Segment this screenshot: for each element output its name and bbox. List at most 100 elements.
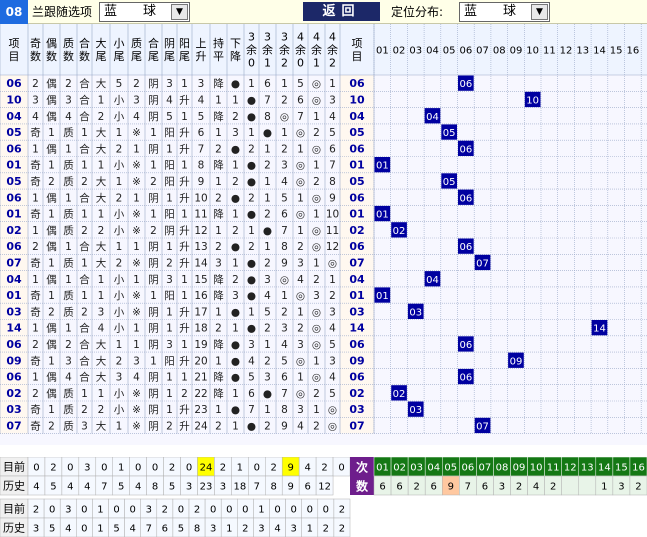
value-cell: 阴 (148, 404, 159, 416)
value-cell: 2 (48, 306, 55, 318)
value-cell: ● (231, 404, 240, 416)
value-cell: ◎ (280, 274, 289, 286)
value-cell: 2 (98, 225, 105, 237)
hit-number: 07 (476, 258, 489, 269)
hit-number: 04 (426, 275, 439, 286)
value-cell: 阴 (148, 78, 159, 90)
value-cell: 2 (215, 241, 222, 253)
chevron-down-icon[interactable]: ▼ (531, 4, 548, 20)
value-cell: 小 (114, 274, 125, 286)
value-cell: 2 (297, 323, 304, 335)
position-distribution-label: 定位分布: (391, 5, 444, 19)
value-cell: 2 (116, 143, 123, 155)
value-cell: 4 (297, 274, 304, 286)
stats-value: 2 (271, 463, 277, 474)
value-cell: 1 (248, 127, 255, 139)
value-cell: 6 (198, 127, 205, 139)
hit-number: 01 (376, 291, 389, 302)
position-distribution-select[interactable]: 蓝 球 ▼ (459, 2, 550, 22)
value-cell: 奇 (30, 208, 41, 221)
value-cell: 2 (116, 355, 123, 367)
value-cell: 1 (133, 143, 140, 155)
item-number: 02 (6, 224, 21, 237)
value-cell: 阳 (164, 355, 175, 367)
value-cell: 1 (81, 388, 88, 400)
chevron-down-icon[interactable]: ▼ (171, 4, 188, 20)
value-cell: 9 (329, 192, 336, 204)
stats-row-label: 目前 (3, 502, 25, 516)
frequency-label: 数 (356, 479, 369, 494)
value-cell: 3 (264, 372, 271, 384)
value-cell: 2 (81, 404, 88, 416)
item-number: 03 (349, 305, 364, 318)
value-cell: 偶 (46, 224, 57, 237)
value-cell: ※ (132, 257, 141, 269)
stats-value: 5 (49, 524, 55, 535)
stats-value: 0 (113, 505, 119, 516)
value-cell: 12 (194, 225, 207, 237)
value-cell: 1 (297, 192, 304, 204)
value-cell: 小 (114, 209, 125, 221)
value-cell: ● (231, 306, 240, 318)
stats-value: 1 (237, 463, 243, 474)
value-cell: 2 (264, 355, 271, 367)
value-cell: 2 (48, 176, 55, 188)
value-cell: 阴 (164, 225, 175, 237)
value-cell: ● (231, 355, 240, 367)
value-cell: 3 (297, 257, 304, 269)
item-number: 09 (6, 354, 21, 367)
value-cell: 7 (264, 94, 271, 106)
value-cell: 1 (281, 127, 288, 139)
value-cell: 1 (281, 78, 288, 90)
value-cell: 9 (281, 420, 288, 432)
frequency-cell (578, 475, 597, 496)
value-cell: 1 (48, 404, 55, 416)
value-cell: 质 (63, 209, 74, 221)
column-header: 小尾 (114, 37, 125, 63)
item-number: 01 (6, 208, 21, 221)
item-number: 01 (6, 289, 21, 302)
value-cell: 4 (65, 111, 72, 123)
back-button[interactable]: 返回 (303, 2, 380, 21)
value-cell: ● (263, 127, 272, 139)
value-cell: 降 (213, 159, 224, 172)
value-cell: 1 (98, 274, 105, 286)
number-header: 10 (526, 46, 539, 57)
value-cell: 1 (313, 257, 320, 269)
value-cell: ◎ (312, 241, 321, 253)
value-cell: 1 (264, 404, 271, 416)
value-cell: 5 (198, 111, 205, 123)
stats-value: 8 (271, 482, 277, 493)
value-cell: 1 (116, 127, 123, 139)
value-cell: 2 (166, 257, 173, 269)
value-cell: 质 (63, 257, 74, 269)
value-cell: 2 (32, 78, 39, 90)
value-cell: ※ (132, 388, 141, 400)
value-cell: 1 (32, 225, 39, 237)
value-cell: 3 (166, 78, 173, 90)
value-cell: 7 (248, 404, 255, 416)
value-cell: ● (263, 225, 272, 237)
stats-value: 1 (226, 524, 232, 535)
stats-value: 2 (321, 463, 327, 474)
value-cell: 4 (281, 339, 288, 351)
frequency-value: 1 (601, 482, 607, 493)
value-cell: 1 (232, 420, 239, 432)
value-cell: ◎ (328, 420, 337, 432)
value-cell: 2 (65, 78, 72, 90)
value-cell: 阴 (148, 94, 159, 106)
column-header: 质尾 (131, 37, 142, 63)
value-cell: 2 (281, 143, 288, 155)
value-cell: 偶 (46, 142, 57, 155)
value-cell: 1 (181, 209, 188, 221)
value-cell: 合 (79, 338, 90, 351)
follow-option-select[interactable]: 蓝 球 ▼ (99, 2, 190, 22)
value-cell: 偶 (46, 387, 57, 400)
frequency-number: 08 (496, 463, 509, 474)
stats-value: 8 (152, 482, 158, 493)
value-cell: 1 (133, 241, 140, 253)
frequency-number: 10 (530, 463, 543, 474)
value-cell: 1 (215, 306, 222, 318)
value-cell: ◎ (312, 94, 321, 106)
value-cell: 5 (329, 339, 336, 351)
